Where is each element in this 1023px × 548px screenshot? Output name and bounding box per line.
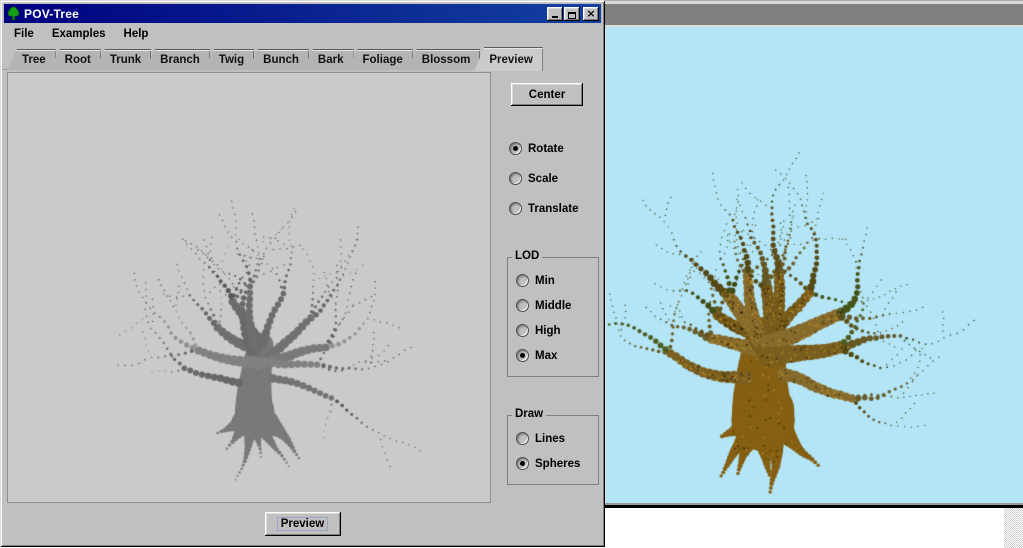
- maximize-icon: [568, 12, 576, 19]
- radio-lod-middle[interactable]: Middle: [516, 299, 594, 312]
- menubar: FileExamplesHelp: [3, 24, 602, 44]
- tabbar: TreeRootTrunkBranchTwigBunchBarkFoliageB…: [3, 44, 602, 70]
- titlebar[interactable]: POV-Tree ×: [4, 4, 601, 23]
- radio-icon: [516, 324, 529, 337]
- window-title: POV-Tree: [24, 7, 544, 21]
- radio-draw-spheres[interactable]: Spheres: [516, 457, 594, 470]
- tab-bark[interactable]: Bark: [303, 49, 354, 70]
- radio-label: Max: [535, 350, 557, 362]
- minimize-button[interactable]: [547, 7, 563, 21]
- minimize-icon: [552, 16, 558, 18]
- rendered-tree-image: [605, 27, 1023, 503]
- content-area: Center Rotate Scale Translate LOD Min Middl…: [3, 70, 602, 503]
- footer-bar: Preview: [3, 503, 602, 544]
- draw-radio-group: Lines Spheres: [516, 432, 594, 470]
- radio-draw-lines[interactable]: Lines: [516, 432, 594, 445]
- maximize-button[interactable]: [564, 7, 580, 21]
- radio-icon: [516, 457, 529, 470]
- render-window: [605, 0, 1023, 548]
- close-button[interactable]: ×: [583, 7, 599, 21]
- tab-tree[interactable]: Tree: [7, 49, 56, 70]
- lod-groupbox: LOD MinMiddleHighMax: [507, 257, 599, 377]
- radio-translate[interactable]: Translate: [509, 202, 579, 215]
- radio-icon: [509, 202, 522, 215]
- tab-trunk[interactable]: Trunk: [95, 49, 151, 70]
- render-window-titlebar: [605, 0, 1023, 27]
- control-panel: Center Rotate Scale Translate LOD Min Middl…: [495, 72, 599, 503]
- radio-icon: [509, 172, 522, 185]
- draw-group-label: Draw: [512, 408, 546, 420]
- radio-icon: [516, 432, 529, 445]
- radio-icon: [509, 142, 522, 155]
- radio-scale[interactable]: Scale: [509, 172, 579, 185]
- radio-icon: [516, 299, 529, 312]
- transform-radio-group: Rotate Scale Translate: [509, 142, 579, 215]
- tab-foliage[interactable]: Foliage: [348, 49, 413, 70]
- radio-icon: [516, 349, 529, 362]
- radio-label: Scale: [528, 173, 558, 185]
- menu-examples[interactable]: Examples: [45, 26, 113, 42]
- radio-label: Rotate: [528, 143, 564, 155]
- radio-rotate[interactable]: Rotate: [509, 142, 579, 155]
- tab-root[interactable]: Root: [50, 49, 101, 70]
- povtree-window: POV-Tree × FileExamplesHelp TreeRootTrun…: [0, 0, 605, 547]
- radio-label: Min: [535, 275, 555, 287]
- tab-branch[interactable]: Branch: [145, 49, 210, 70]
- tab-preview[interactable]: Preview: [474, 47, 542, 71]
- menu-help[interactable]: Help: [117, 26, 156, 42]
- tab-twig[interactable]: Twig: [204, 49, 254, 70]
- render-window-bottom: [605, 503, 1023, 548]
- radio-label: Translate: [528, 203, 579, 215]
- preview-button-label: Preview: [278, 518, 327, 530]
- tab-bunch[interactable]: Bunch: [248, 49, 309, 70]
- scrollbar-track[interactable]: [1004, 508, 1023, 548]
- tree-app-icon: [6, 6, 21, 21]
- menu-file[interactable]: File: [7, 26, 41, 42]
- center-button[interactable]: Center: [511, 83, 583, 106]
- lod-group-label: LOD: [512, 250, 542, 262]
- radio-lod-max[interactable]: Max: [516, 349, 594, 362]
- radio-lod-min[interactable]: Min: [516, 274, 594, 287]
- preview-canvas[interactable]: [7, 72, 491, 503]
- radio-icon: [516, 274, 529, 287]
- draw-groupbox: Draw LinesSpheres: [507, 415, 599, 485]
- close-icon: ×: [586, 8, 595, 20]
- radio-label: High: [535, 325, 561, 337]
- radio-lod-high[interactable]: High: [516, 324, 594, 337]
- radio-label: Middle: [535, 300, 571, 312]
- preview-button[interactable]: Preview: [265, 512, 341, 536]
- radio-label: Spheres: [535, 458, 580, 470]
- tab-blossom[interactable]: Blossom: [407, 49, 481, 70]
- lod-radio-group: Min Middle High Max: [516, 274, 594, 362]
- radio-label: Lines: [535, 433, 565, 445]
